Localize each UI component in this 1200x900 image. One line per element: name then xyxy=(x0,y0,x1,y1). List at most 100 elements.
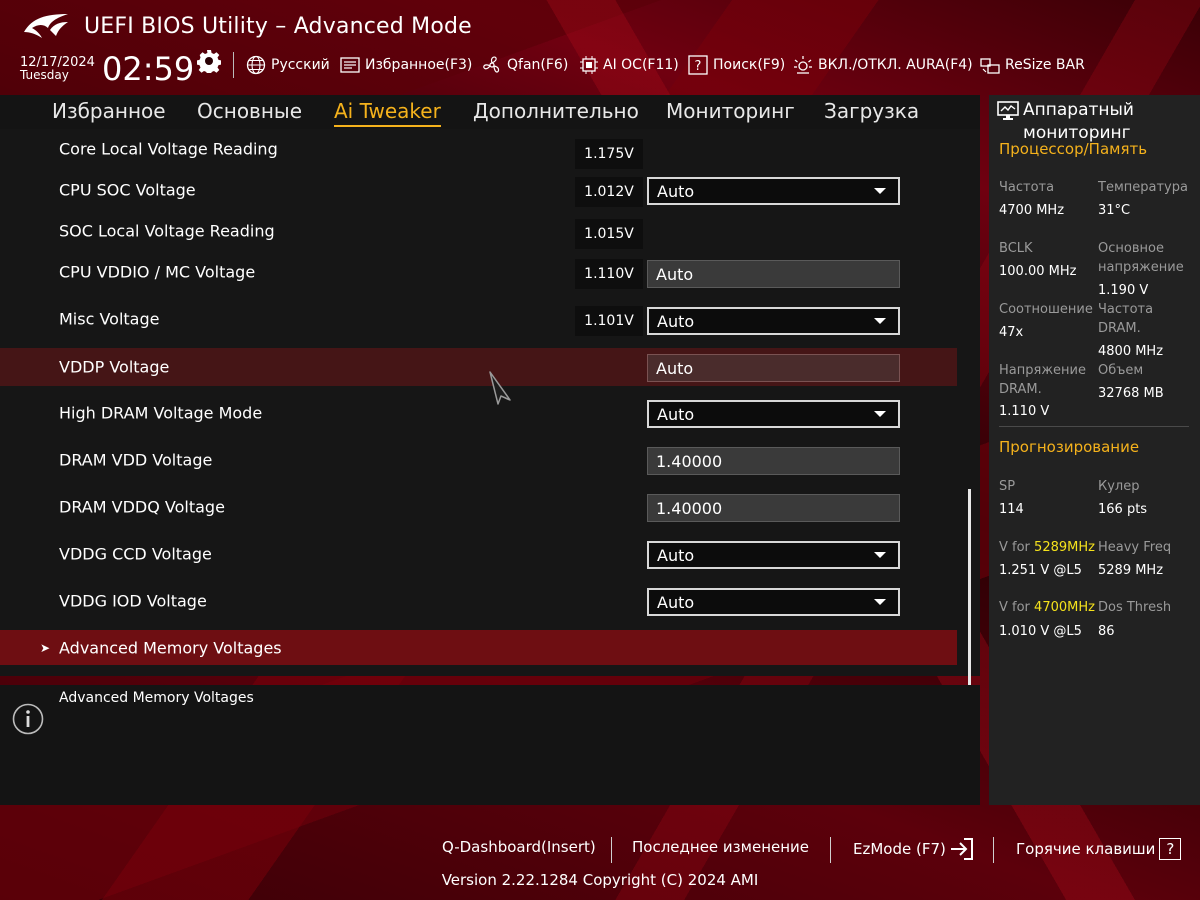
search-help-icon: ? xyxy=(688,55,708,75)
version-text: Version 2.22.1284 Copyright (C) 2024 AMI xyxy=(441,871,759,889)
qfan-label: Qfan(F6) xyxy=(507,57,569,73)
stat-label: BCLK xyxy=(999,241,1033,256)
chevron-down-icon xyxy=(874,318,886,324)
favorites-button[interactable]: Избранное(F3) xyxy=(340,52,472,78)
stat-value: 114 xyxy=(999,502,1024,517)
setting-row[interactable]: Misc Voltage 1.101V Auto xyxy=(0,301,957,337)
cpu-memory-section-title: Процессор/Память xyxy=(999,140,1148,158)
setting-label: Misc Voltage xyxy=(59,309,160,329)
forecast-section-title: Прогнозирование xyxy=(999,438,1140,456)
dram-vdd-voltage-field[interactable]: 1.40000 xyxy=(647,447,900,475)
field-value: 1.40000 xyxy=(656,451,723,471)
stat-label: Частота DRAM. xyxy=(1098,302,1154,336)
tab-advanced[interactable]: Дополнительно xyxy=(473,99,639,123)
field-value: Auto xyxy=(656,264,694,284)
hardware-monitor-panel: Аппаратный мониторинг Процессор/Память Ч… xyxy=(989,95,1200,805)
ezmode-button[interactable]: EzMode (F7) xyxy=(853,838,974,860)
ai-oc-label: AI OC(F11) xyxy=(603,57,679,73)
stat-label-prefix: V for xyxy=(999,540,1035,555)
stat-label: V for 5289MHz xyxy=(999,538,1099,557)
advanced-memory-voltages-submenu[interactable]: ➤ Advanced Memory Voltages xyxy=(0,630,957,665)
stat-value: 86 xyxy=(1098,624,1115,639)
stat-label: Соотношение xyxy=(999,302,1093,317)
dram-vddq-voltage-field[interactable]: 1.40000 xyxy=(647,494,900,522)
setting-row[interactable]: SOC Local Voltage Reading 1.015V xyxy=(0,213,957,249)
stat-label: Температура xyxy=(1098,180,1188,195)
voltage-reading: 1.015V xyxy=(575,219,643,249)
cpu-vddio-voltage-field[interactable]: Auto xyxy=(647,260,900,288)
resize-bar-label: ReSize BAR xyxy=(1005,57,1085,73)
cpu-soc-voltage-select[interactable]: Auto xyxy=(647,177,900,205)
submenu-arrow-icon: ➤ xyxy=(40,640,51,655)
tab-favorites[interactable]: Избранное xyxy=(52,99,166,123)
setting-label: DRAM VDD Voltage xyxy=(59,450,213,470)
hotkeys-label: Горячие клавиши xyxy=(1016,840,1156,858)
header: UEFI BIOS Utility – Advanced Mode 12/17/… xyxy=(0,0,1200,95)
info-icon xyxy=(12,703,44,735)
setting-row[interactable]: DRAM VDD Voltage 1.40000 xyxy=(0,442,957,478)
setting-row[interactable]: VDDG CCD Voltage Auto xyxy=(0,536,957,572)
mouse-cursor-icon xyxy=(489,371,511,405)
misc-voltage-select[interactable]: Auto xyxy=(647,307,900,335)
stat-value: 1.251 V @L5 xyxy=(999,563,1082,578)
tab-monitor[interactable]: Мониторинг xyxy=(666,99,795,123)
stat-label-frequency: 4700MHz xyxy=(1034,600,1095,615)
svg-text:?: ? xyxy=(695,59,702,74)
select-value: Auto xyxy=(657,311,695,331)
field-value: 1.40000 xyxy=(656,498,723,518)
aura-label: ВКЛ./ОТКЛ. AURA(F4) xyxy=(818,57,973,73)
setting-row[interactable]: DRAM VDDQ Voltage 1.40000 xyxy=(0,489,957,525)
setting-label: CPU SOC Voltage xyxy=(59,180,196,200)
tab-main[interactable]: Основные xyxy=(197,99,302,123)
stat-value: 5289 MHz xyxy=(1098,563,1164,578)
stat-label: Heavy Freq xyxy=(1098,540,1172,555)
tab-boot[interactable]: Загрузка xyxy=(824,99,919,123)
setting-label: SOC Local Voltage Reading xyxy=(59,221,275,241)
stat-label-frequency: 5289MHz xyxy=(1034,540,1095,555)
vddg-iod-voltage-select[interactable]: Auto xyxy=(647,588,900,616)
search-button[interactable]: ? Поиск(F9) xyxy=(688,52,785,78)
setting-row[interactable]: CPU VDDIO / MC Voltage 1.110V Auto xyxy=(0,254,957,290)
chevron-down-icon xyxy=(874,411,886,417)
setting-row[interactable]: VDDG IOD Voltage Auto xyxy=(0,583,957,619)
stat-value: 1.190 V xyxy=(1098,283,1149,298)
hotkeys-button[interactable]: Горячие клавиши ? xyxy=(1016,838,1182,860)
stat-label: Dos Thresh xyxy=(1098,600,1172,615)
resize-bar-button[interactable]: ReSize BAR xyxy=(980,52,1085,78)
last-change-button[interactable]: Последнее изменение xyxy=(632,838,809,856)
vddp-voltage-field[interactable]: Auto xyxy=(647,354,900,382)
aura-icon xyxy=(794,56,812,74)
stat-value: 1.010 V @L5 xyxy=(999,624,1082,639)
question-icon: ? xyxy=(1159,838,1182,860)
q-dashboard-button[interactable]: Q-Dashboard(Insert) xyxy=(442,838,596,856)
ai-oc-button[interactable]: AI OC(F11) xyxy=(580,52,679,78)
footer-separator xyxy=(830,837,831,863)
qfan-button[interactable]: Qfan(F6) xyxy=(482,52,568,78)
setting-row-selected[interactable]: VDDP Voltage Auto xyxy=(0,348,957,386)
chevron-down-icon xyxy=(874,552,886,558)
voltage-reading: 1.101V xyxy=(575,306,643,336)
setting-row[interactable]: CPU SOC Voltage 1.012V Auto xyxy=(0,172,957,208)
setting-label: Core Local Voltage Reading xyxy=(59,139,278,159)
language-button[interactable]: Русский xyxy=(246,52,330,78)
stat-label: Объем xyxy=(1098,363,1144,378)
monitor-icon xyxy=(997,101,1019,120)
setting-row[interactable]: Core Local Voltage Reading 1.175V xyxy=(0,131,957,169)
stat-value: 100.00 MHz xyxy=(999,264,1077,279)
tab-ai-tweaker[interactable]: Ai Tweaker xyxy=(334,99,441,127)
ai-chip-icon xyxy=(580,56,598,74)
vddg-ccd-voltage-select[interactable]: Auto xyxy=(647,541,900,569)
stat-label: Частота xyxy=(999,180,1055,195)
voltage-reading: 1.012V xyxy=(575,177,643,207)
gear-icon[interactable] xyxy=(197,49,221,73)
time-display: 02:59 xyxy=(102,50,195,88)
monitor-title: Аппаратный мониторинг xyxy=(1023,100,1134,143)
voltage-reading: 1.175V xyxy=(575,139,643,169)
chevron-down-icon xyxy=(874,599,886,605)
setting-row[interactable]: High DRAM Voltage Mode Auto xyxy=(0,395,957,431)
aura-button[interactable]: ВКЛ./ОТКЛ. AURA(F4) xyxy=(793,52,973,78)
help-panel: Advanced Memory Voltages xyxy=(0,685,980,805)
select-value: Auto xyxy=(657,404,695,424)
setting-label: VDDP Voltage xyxy=(59,357,170,377)
high-dram-voltage-mode-select[interactable]: Auto xyxy=(647,400,900,428)
